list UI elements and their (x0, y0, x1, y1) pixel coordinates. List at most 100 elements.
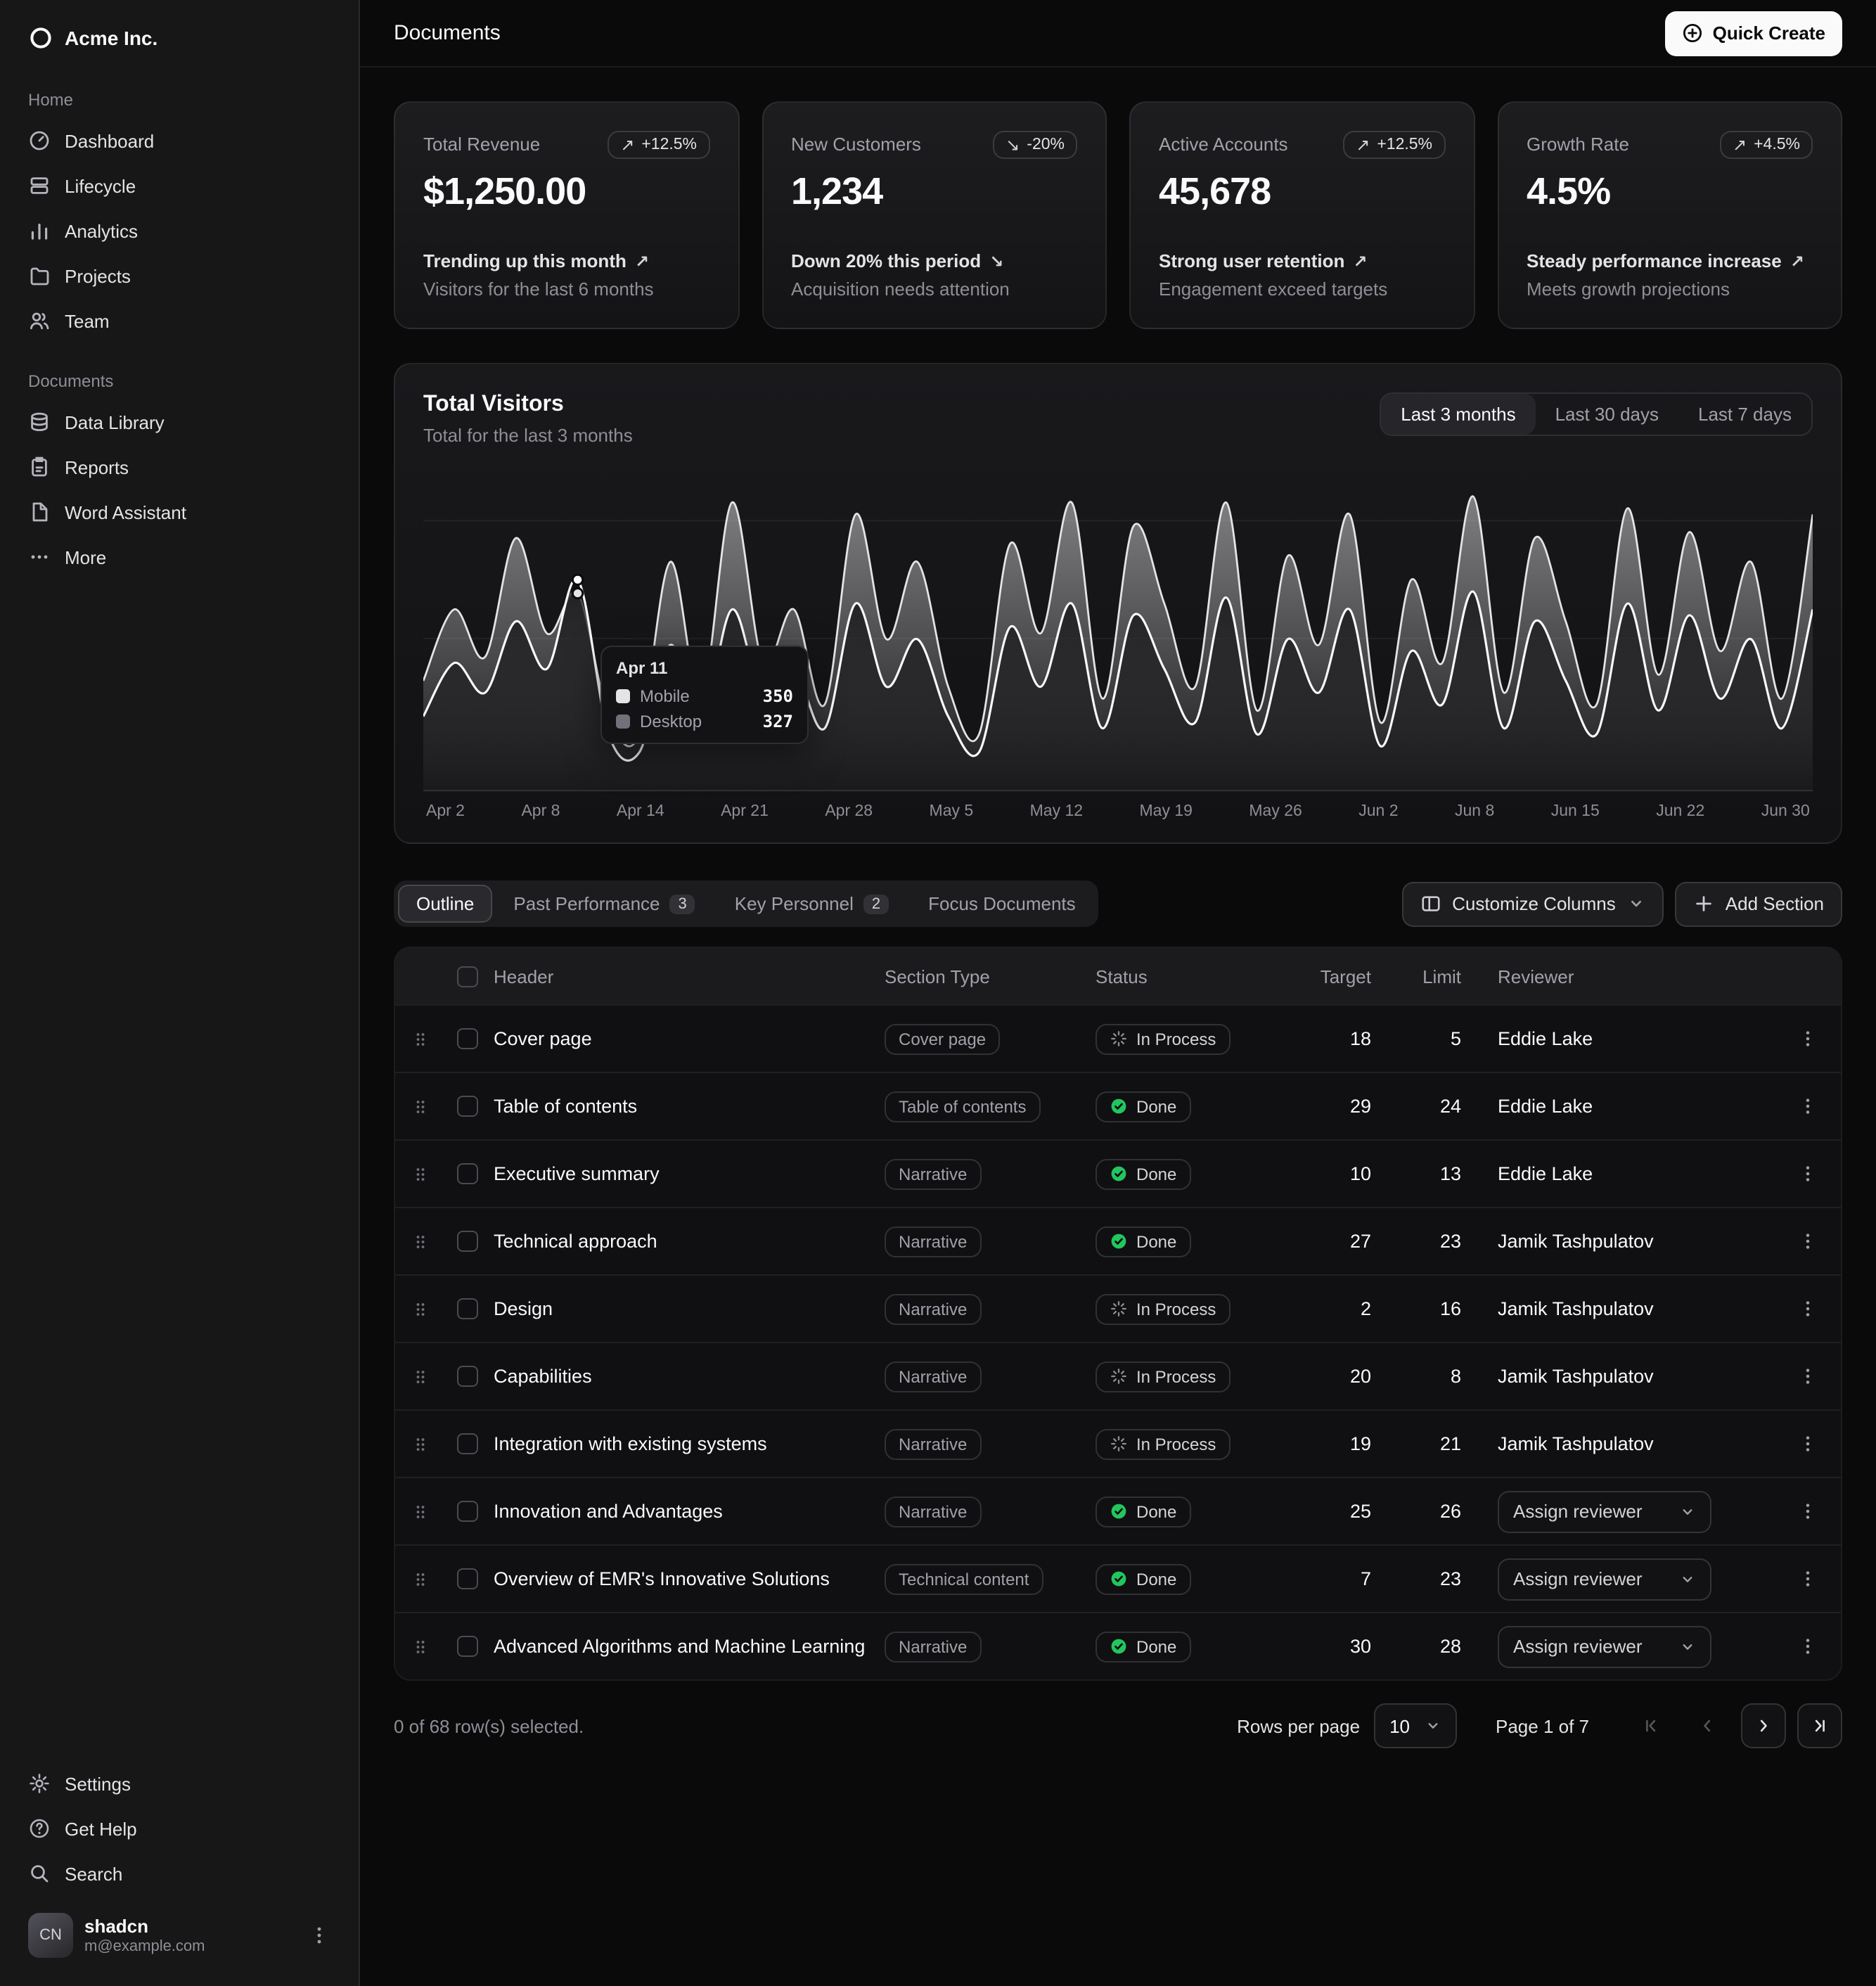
target-cell[interactable]: 7 (1301, 1568, 1402, 1589)
limit-cell[interactable]: 5 (1402, 1028, 1492, 1049)
limit-cell[interactable]: 13 (1402, 1163, 1492, 1184)
user-menu-button[interactable]: CN shadcn m@example.com (17, 1902, 342, 1969)
sidebar-item[interactable]: Projects (17, 253, 342, 298)
limit-cell[interactable]: 8 (1402, 1366, 1492, 1387)
tab-label: Focus Documents (928, 893, 1076, 914)
limit-cell[interactable]: 16 (1402, 1298, 1492, 1319)
drag-handle-icon[interactable] (411, 1164, 430, 1184)
row-actions-button[interactable] (1787, 1492, 1827, 1531)
sections-table: Header Section Type Status Target Limit … (394, 947, 1842, 1681)
reviewer-name: Jamik Tashpulatov (1498, 1298, 1654, 1319)
row-header-cell[interactable]: Technical approach (488, 1231, 879, 1252)
limit-cell[interactable]: 23 (1402, 1231, 1492, 1252)
row-checkbox[interactable] (456, 1028, 477, 1049)
row-actions-button[interactable] (1787, 1559, 1827, 1599)
assign-reviewer-select[interactable]: Assign reviewer (1498, 1558, 1711, 1600)
row-checkbox[interactable] (456, 1298, 477, 1319)
target-cell[interactable]: 18 (1301, 1028, 1402, 1049)
row-header-cell[interactable]: Innovation and Advantages (488, 1501, 879, 1522)
sidebar-item[interactable]: Settings (17, 1761, 342, 1806)
chart-plot-area[interactable]: Apr 11 Mobile 350 Desktop 327 (423, 477, 1813, 792)
sidebar-item[interactable]: Get Help (17, 1806, 342, 1851)
row-actions-button[interactable] (1787, 1357, 1827, 1396)
select-all-checkbox[interactable] (456, 966, 477, 987)
kebab-icon (1797, 1231, 1818, 1252)
row-header-cell[interactable]: Executive summary (488, 1163, 879, 1184)
target-cell[interactable]: 19 (1301, 1433, 1402, 1454)
brand-menu-button[interactable]: Acme Inc. (17, 14, 342, 62)
tab[interactable]: Focus Documents (910, 885, 1094, 923)
assign-reviewer-select[interactable]: Assign reviewer (1498, 1490, 1711, 1532)
drag-handle-icon[interactable] (411, 1434, 430, 1454)
add-section-button[interactable]: Add Section (1675, 881, 1842, 926)
target-cell[interactable]: 10 (1301, 1163, 1402, 1184)
drag-handle-icon[interactable] (411, 1299, 430, 1319)
sidebar-item[interactable]: Word Assistant (17, 489, 342, 534)
row-checkbox[interactable] (456, 1501, 477, 1522)
row-checkbox[interactable] (456, 1366, 477, 1387)
app-shell: Acme Inc. Home Dashboard Lifecycle Analy… (0, 0, 1876, 1986)
drag-handle-icon[interactable] (411, 1231, 430, 1251)
row-header-cell[interactable]: Cover page (488, 1028, 879, 1049)
first-page-icon[interactable] (1628, 1703, 1673, 1748)
limit-cell[interactable]: 24 (1402, 1096, 1492, 1117)
next-page-icon[interactable] (1741, 1703, 1786, 1748)
row-checkbox[interactable] (456, 1568, 477, 1589)
quick-create-button[interactable]: Quick Create (1665, 11, 1842, 56)
drag-handle-icon[interactable] (411, 1029, 430, 1049)
target-cell[interactable]: 25 (1301, 1501, 1402, 1522)
sidebar-item[interactable]: Lifecycle (17, 163, 342, 208)
target-cell[interactable]: 2 (1301, 1298, 1402, 1319)
limit-cell[interactable]: 21 (1402, 1433, 1492, 1454)
prev-page-icon[interactable] (1685, 1703, 1730, 1748)
sidebar-item[interactable]: Search (17, 1851, 342, 1896)
customize-columns-button[interactable]: Customize Columns (1401, 881, 1664, 926)
last-page-icon[interactable] (1797, 1703, 1842, 1748)
chart-range-button[interactable]: Last 30 days (1536, 394, 1678, 435)
row-actions-button[interactable] (1787, 1087, 1827, 1126)
target-cell[interactable]: 27 (1301, 1231, 1402, 1252)
limit-cell[interactable]: 23 (1402, 1568, 1492, 1589)
row-header-cell[interactable]: Integration with existing systems (488, 1433, 879, 1454)
target-cell[interactable]: 29 (1301, 1096, 1402, 1117)
target-cell[interactable]: 20 (1301, 1366, 1402, 1387)
sidebar-item[interactable]: Reports (17, 444, 342, 489)
sidebar-item[interactable]: Dashboard (17, 118, 342, 163)
drag-handle-icon[interactable] (411, 1501, 430, 1521)
drag-handle-icon[interactable] (411, 1636, 430, 1656)
row-checkbox[interactable] (456, 1096, 477, 1117)
sidebar-item[interactable]: Team (17, 298, 342, 343)
limit-cell[interactable]: 28 (1402, 1636, 1492, 1657)
row-actions-button[interactable] (1787, 1289, 1827, 1328)
row-header-cell[interactable]: Capabilities (488, 1366, 879, 1387)
tab[interactable]: Outline (398, 885, 492, 923)
target-cell[interactable]: 30 (1301, 1636, 1402, 1657)
chart-range-button[interactable]: Last 3 months (1381, 394, 1535, 435)
tab[interactable]: Key Personnel 2 (717, 885, 907, 923)
row-checkbox[interactable] (456, 1636, 477, 1657)
drag-handle-icon[interactable] (411, 1569, 430, 1589)
row-header-cell[interactable]: Table of contents (488, 1096, 879, 1117)
row-actions-button[interactable] (1787, 1627, 1827, 1666)
row-header-cell[interactable]: Design (488, 1298, 879, 1319)
sidebar-item-label: Settings (65, 1773, 131, 1794)
sidebar-item[interactable]: Analytics (17, 208, 342, 253)
row-actions-button[interactable] (1787, 1154, 1827, 1193)
drag-handle-icon[interactable] (411, 1096, 430, 1116)
sidebar-item[interactable]: More (17, 534, 342, 579)
row-checkbox[interactable] (456, 1433, 477, 1454)
chart-range-button[interactable]: Last 7 days (1678, 394, 1811, 435)
row-checkbox[interactable] (456, 1231, 477, 1252)
limit-cell[interactable]: 26 (1402, 1501, 1492, 1522)
sidebar-item[interactable]: Data Library (17, 399, 342, 444)
row-header-cell[interactable]: Overview of EMR's Innovative Solutions (488, 1568, 879, 1589)
row-header-cell[interactable]: Advanced Algorithms and Machine Learning (488, 1636, 879, 1657)
tab[interactable]: Past Performance 3 (495, 885, 713, 923)
assign-reviewer-select[interactable]: Assign reviewer (1498, 1625, 1711, 1667)
row-actions-button[interactable] (1787, 1222, 1827, 1261)
row-actions-button[interactable] (1787, 1019, 1827, 1058)
rows-per-page-select[interactable]: 10 (1374, 1703, 1456, 1748)
drag-handle-icon[interactable] (411, 1366, 430, 1386)
row-actions-button[interactable] (1787, 1424, 1827, 1463)
row-checkbox[interactable] (456, 1163, 477, 1184)
